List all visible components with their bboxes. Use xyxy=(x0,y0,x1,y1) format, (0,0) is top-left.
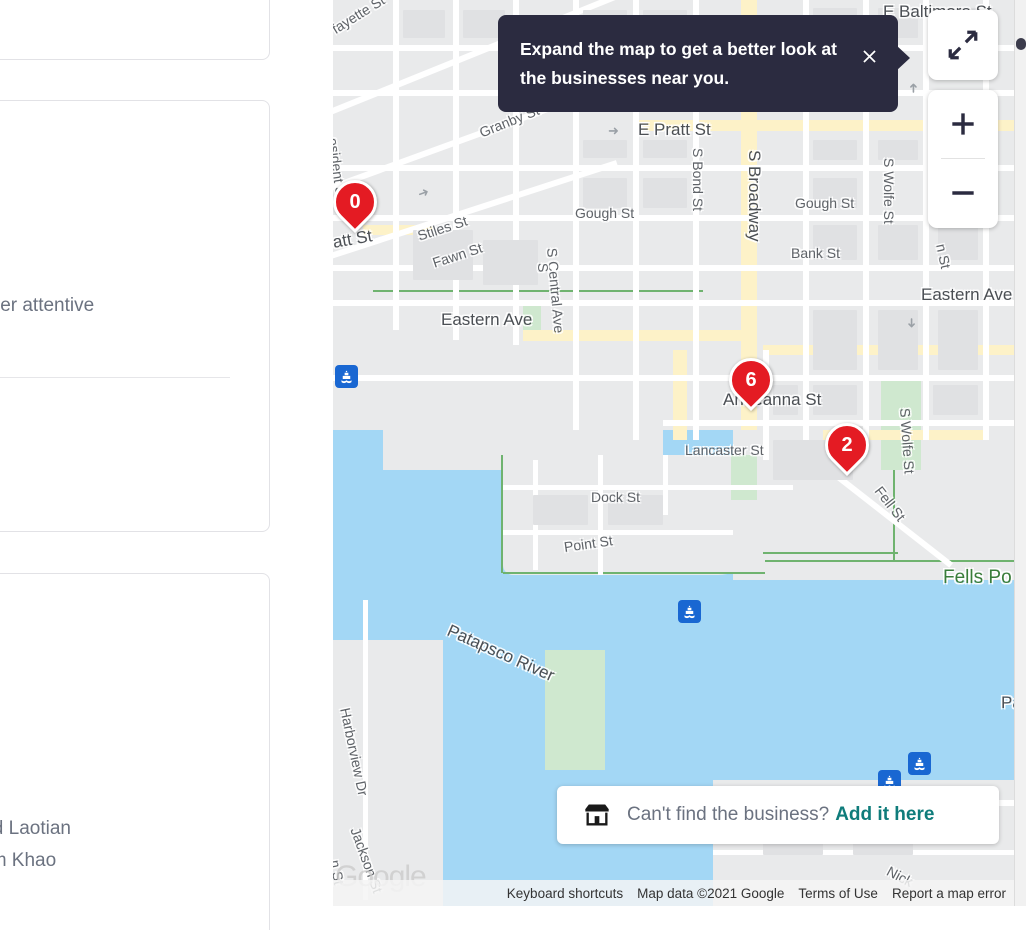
street-label: S Bond St xyxy=(690,148,706,212)
zoom-in-button[interactable] xyxy=(928,90,998,158)
street-label: Gough St xyxy=(575,205,635,221)
map-search-page: f is super attentive ver had Laotian e N… xyxy=(0,0,1026,930)
page-scrollbar[interactable] xyxy=(1014,0,1026,906)
street-label: Gough St xyxy=(795,195,855,211)
review-snippet-text: f is super attentive xyxy=(0,295,95,316)
attribution-link[interactable]: Terms of Use xyxy=(798,886,878,901)
street-label: S Wolfe St xyxy=(881,158,897,224)
map-pin-count: 2 xyxy=(841,433,853,456)
expand-map-tooltip: Expand the map to get a better look at t… xyxy=(498,15,898,112)
one-way-arrow-icon: ➜ xyxy=(905,82,921,94)
add-business-prompt: Can't find the business? xyxy=(627,804,830,825)
ferry-icon[interactable] xyxy=(335,365,358,388)
map-attribution-bar: Keyboard shortcuts Map data ©2021 Google T… xyxy=(333,880,1014,906)
one-way-arrow-icon: ➜ xyxy=(608,123,619,138)
expand-arrows-icon xyxy=(948,30,978,60)
tooltip-tail xyxy=(896,45,910,71)
review-results-panel: f is super attentive ver had Laotian e N… xyxy=(0,0,333,930)
street-label: Bank St xyxy=(791,245,841,261)
review-card-divider xyxy=(0,377,230,378)
page-scrollbar-thumb[interactable] xyxy=(1016,38,1026,50)
review-snippet-line: ver had Laotian xyxy=(0,818,71,839)
add-business-bar[interactable]: Can't find the business? Add it here xyxy=(557,786,999,844)
street-label: Eastern Ave xyxy=(921,285,1013,304)
attribution-link[interactable]: Report a map error xyxy=(892,886,1006,901)
review-card[interactable] xyxy=(0,0,270,60)
ferry-icon[interactable] xyxy=(678,600,701,623)
add-business-link[interactable]: Add it here xyxy=(835,804,934,826)
street-label: Pa xyxy=(1001,693,1014,712)
street-label: S Broadway xyxy=(745,150,764,242)
attribution-link: Map data ©2021 Google xyxy=(637,885,785,901)
map-pin-count: 6 xyxy=(745,368,757,391)
plus-icon xyxy=(952,113,974,135)
street-label: S xyxy=(535,262,552,273)
review-snippet-text: ver had Laotian e Nahm Khao xyxy=(0,813,71,877)
one-way-arrow-icon: ➜ xyxy=(904,317,920,329)
storefront-icon xyxy=(583,801,611,829)
close-icon[interactable] xyxy=(856,43,882,69)
attribution-link[interactable]: Keyboard shortcuts xyxy=(507,886,623,901)
tooltip-message: Expand the map to get a better look at t… xyxy=(520,38,837,88)
street-label: E Pratt St xyxy=(638,120,711,139)
expand-map-button[interactable] xyxy=(928,10,998,80)
zoom-controls xyxy=(928,90,998,228)
street-label: Lancaster St xyxy=(685,442,764,458)
ferry-icon[interactable] xyxy=(908,752,931,775)
street-label: Eastern Ave xyxy=(441,310,533,329)
street-label: Fells Po xyxy=(943,567,1012,588)
google-map[interactable]: ➜ ➜ ➜ ➜ ➜ E Baltimore Stfayette StGranby… xyxy=(333,0,1014,906)
zoom-out-button[interactable] xyxy=(928,159,998,227)
review-snippet-line: e Nahm Khao xyxy=(0,850,57,871)
map-pin-count: 0 xyxy=(349,190,361,213)
street-label: Dock St xyxy=(591,489,641,505)
minus-icon xyxy=(952,191,974,195)
